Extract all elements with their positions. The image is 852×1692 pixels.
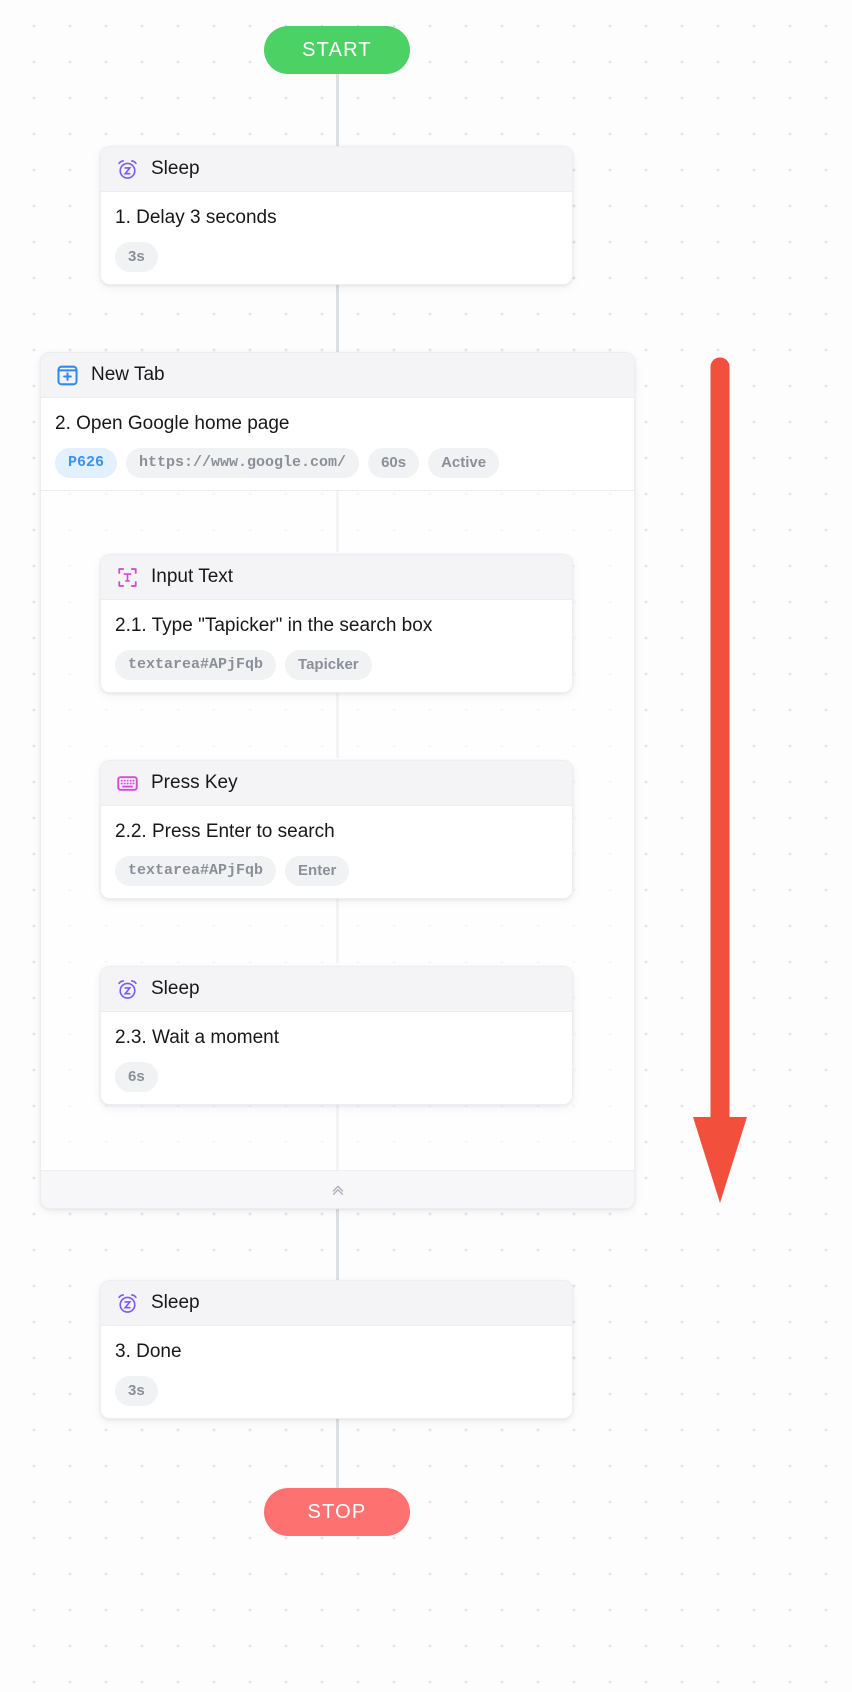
node-tag[interactable]: 3s — [115, 241, 158, 272]
node-tags: textarea#APjFqb Tapicker — [115, 649, 558, 680]
node-type-label: Sleep — [151, 978, 200, 999]
node-description: 3. Done — [115, 1341, 182, 1362]
node-body: 2.3. Wait a moment 6s — [101, 1012, 572, 1104]
input-text-bracket-icon — [115, 565, 139, 589]
node-card-sleep-1[interactable]: Sleep 1. Delay 3 seconds 3s — [100, 146, 573, 285]
node-tag-selector[interactable]: textarea#APjFqb — [115, 649, 277, 680]
node-description: 2. Open Google home page — [55, 413, 290, 434]
node-tag-selector[interactable]: textarea#APjFqb — [115, 855, 277, 886]
node-header: Press Key — [101, 761, 572, 806]
node-tag-value[interactable]: Tapicker — [285, 649, 372, 680]
node-body: 2. Open Google home page P626 https://ww… — [41, 398, 634, 491]
node-description: 2.2. Press Enter to search — [115, 821, 335, 842]
node-tags: P626 https://www.google.com/ 60s Active — [55, 447, 620, 478]
node-header: Sleep — [101, 967, 572, 1012]
collapse-group-button[interactable] — [41, 1169, 634, 1208]
node-tag[interactable]: 3s — [115, 1375, 158, 1406]
connector-line — [336, 1210, 339, 1280]
node-type-label: Input Text — [151, 566, 234, 587]
keyboard-icon — [115, 771, 139, 795]
node-tag-key[interactable]: Enter — [285, 855, 350, 886]
node-tag-state[interactable]: Active — [428, 447, 500, 478]
alarm-clock-sleep-icon — [115, 977, 139, 1001]
node-header: Sleep — [101, 1281, 572, 1326]
node-description: 1. Delay 3 seconds — [115, 207, 277, 228]
node-type-label: Sleep — [151, 158, 200, 179]
node-type-label: New Tab — [91, 364, 165, 385]
node-tags: 3s — [115, 1375, 558, 1406]
node-tag[interactable]: 6s — [115, 1061, 158, 1092]
node-body: 2.1. Type "Tapicker" in the search box t… — [101, 600, 572, 692]
node-card-input-text-2-1[interactable]: Input Text 2.1. Type "Tapicker" in the s… — [100, 554, 573, 693]
alarm-clock-sleep-icon — [115, 1291, 139, 1315]
node-tag-timeout[interactable]: 60s — [368, 447, 420, 478]
node-body: 1. Delay 3 seconds 3s — [101, 192, 572, 284]
node-tag-url[interactable]: https://www.google.com/ — [126, 447, 360, 478]
node-header: New Tab — [41, 353, 634, 398]
stop-button[interactable]: STOP — [264, 1488, 410, 1536]
node-description: 2.1. Type "Tapicker" in the search box — [115, 615, 433, 636]
node-description: 2.3. Wait a moment — [115, 1027, 280, 1048]
node-card-sleep-3[interactable]: Sleep 3. Done 3s — [100, 1280, 573, 1419]
node-card-sleep-2-3[interactable]: Sleep 2.3. Wait a moment 6s — [100, 966, 573, 1105]
node-header: Sleep — [101, 147, 572, 192]
scroll-down-arrow — [690, 355, 770, 1215]
node-tag-profile[interactable]: P626 — [55, 447, 118, 478]
start-button[interactable]: START — [264, 26, 410, 74]
node-tags: 6s — [115, 1061, 558, 1092]
new-tab-plus-icon — [55, 363, 79, 387]
node-tags: textarea#APjFqb Enter — [115, 855, 558, 886]
node-type-label: Sleep — [151, 1292, 200, 1313]
node-tags: 3s — [115, 241, 558, 272]
connector-line — [336, 280, 339, 352]
chevron-double-up-icon — [326, 1177, 350, 1201]
node-card-press-key-2-2[interactable]: Press Key 2.2. Press Enter to search tex… — [100, 760, 573, 899]
node-header: Input Text — [101, 555, 572, 600]
connector-line — [336, 74, 339, 148]
node-type-label: Press Key — [151, 772, 238, 793]
node-body: 2.2. Press Enter to search textarea#APjF… — [101, 806, 572, 898]
alarm-clock-sleep-icon — [115, 157, 139, 181]
workflow-canvas[interactable]: START Sleep 1. Delay 3 seconds 3s New Ta… — [0, 0, 852, 1692]
node-body: 3. Done 3s — [101, 1326, 572, 1418]
connector-line — [336, 1412, 339, 1490]
